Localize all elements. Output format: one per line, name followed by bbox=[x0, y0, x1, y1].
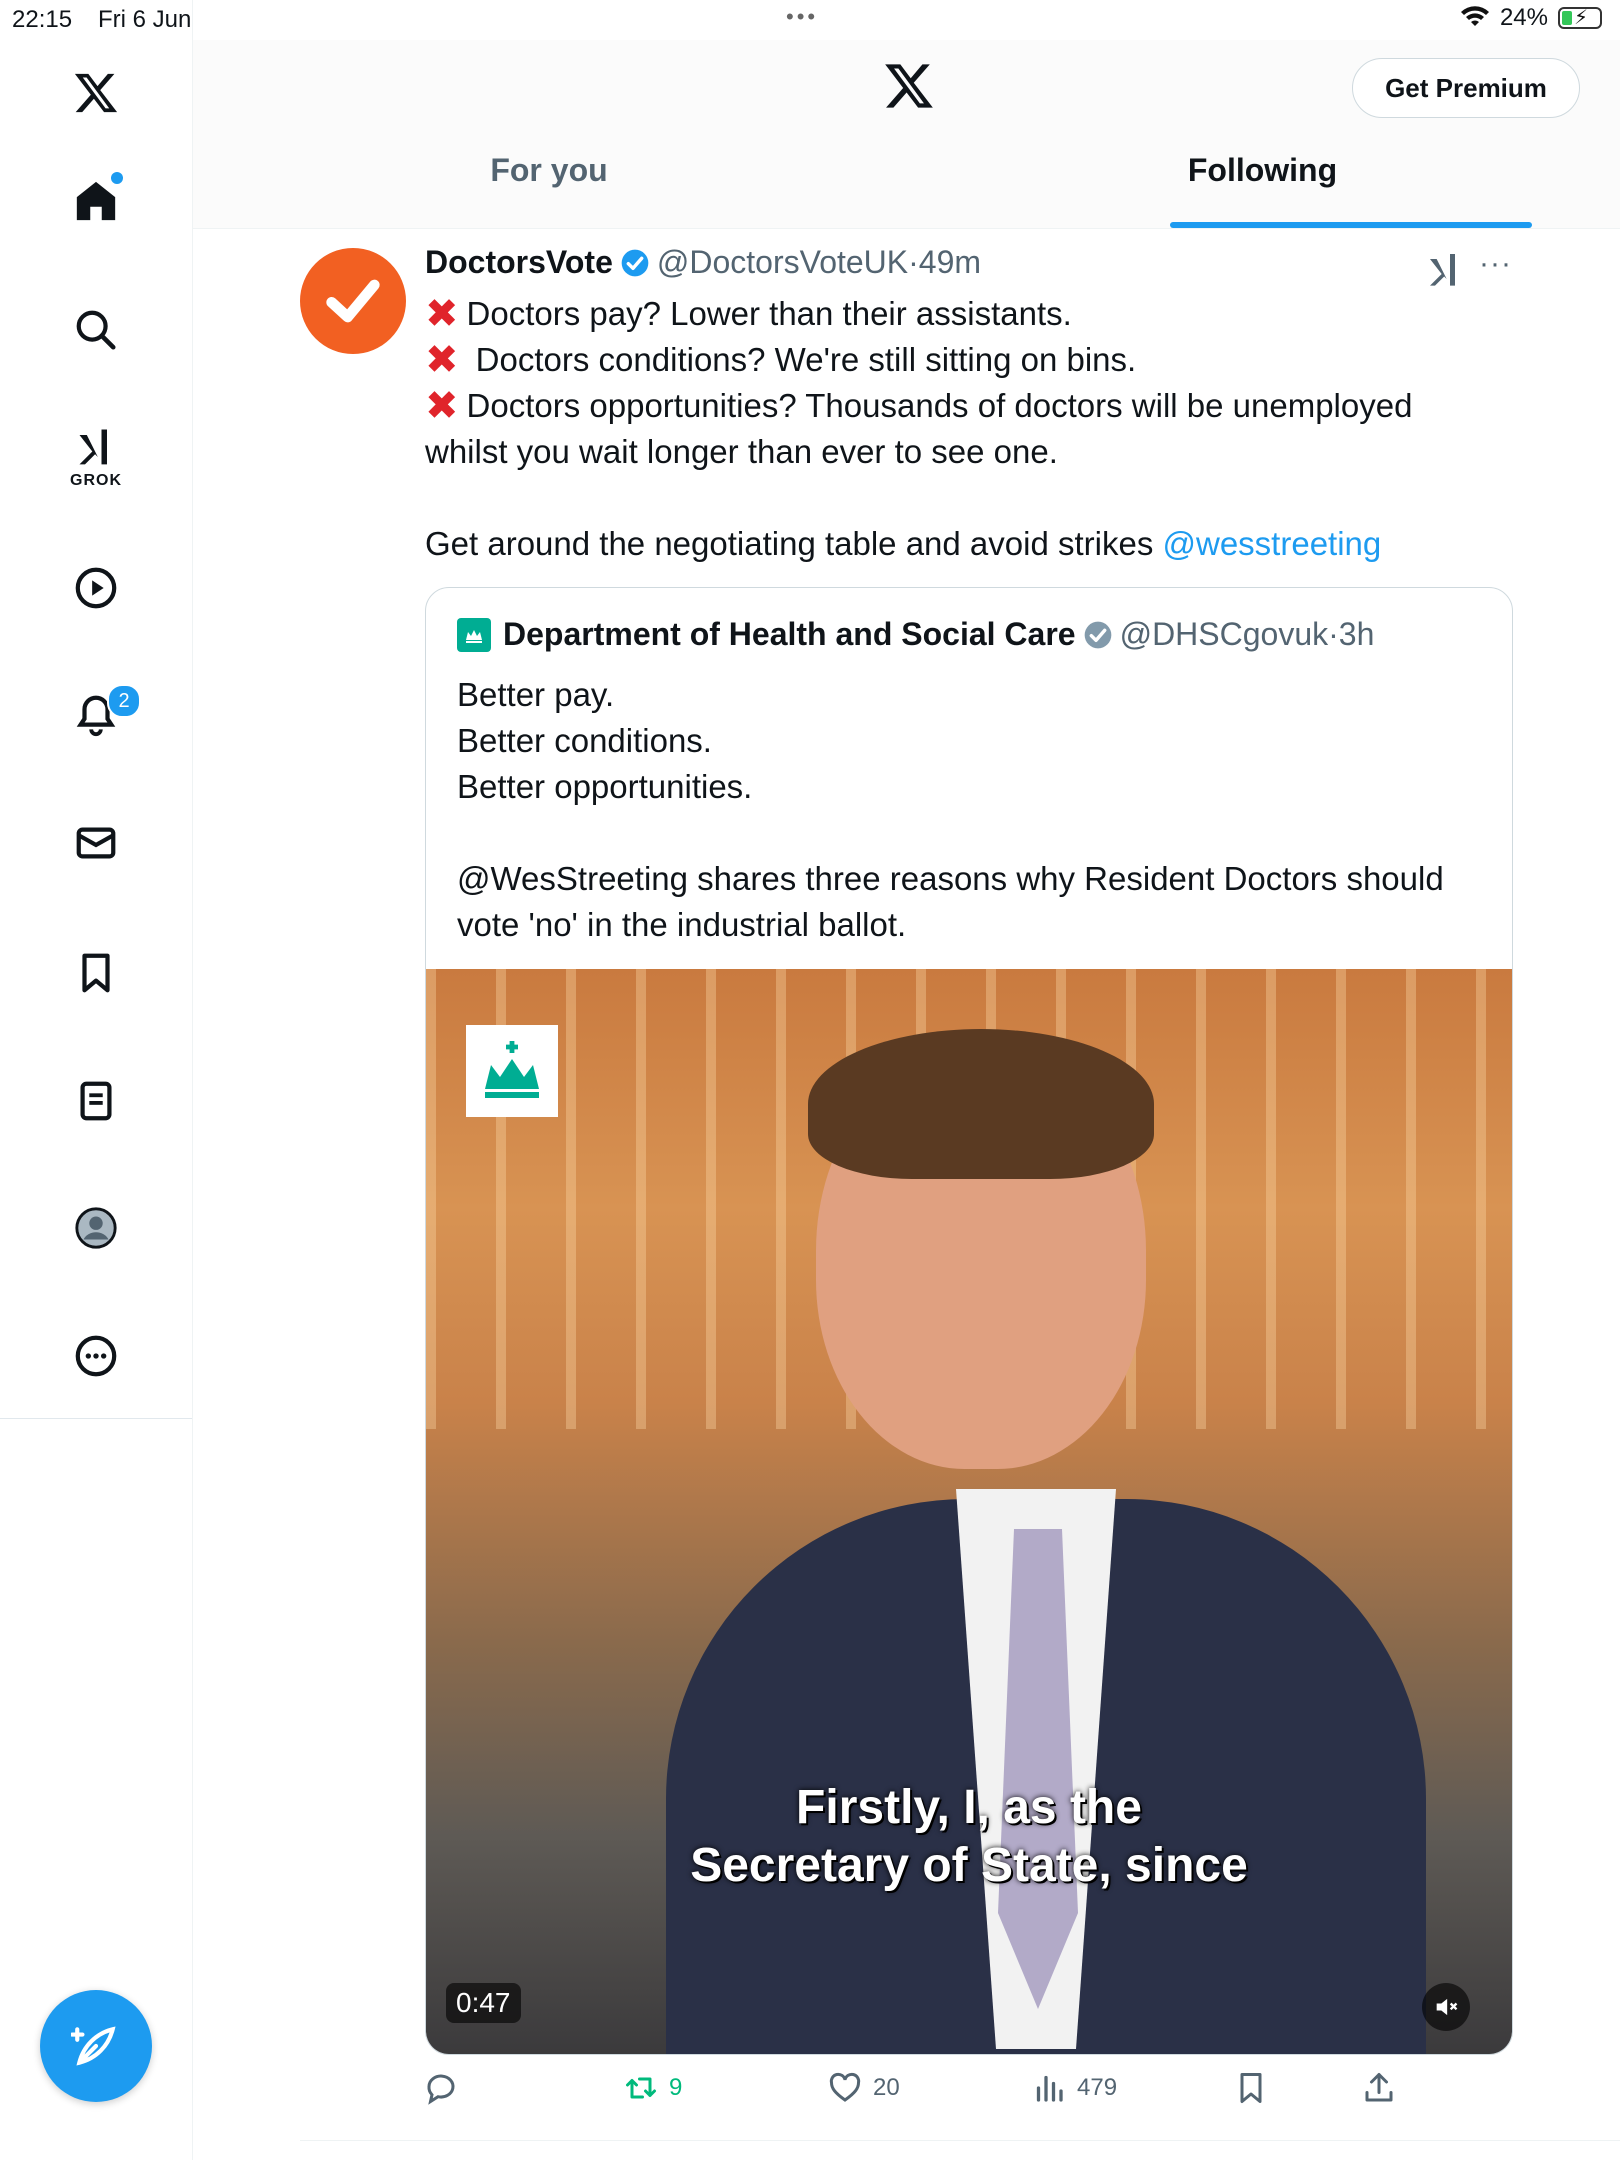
sidebar-item-lists[interactable] bbox=[63, 1068, 129, 1134]
mention-link[interactable]: @wesstreeting bbox=[1163, 521, 1382, 567]
tweet-header: DoctorsVote @DoctorsVoteUK · 49m bbox=[425, 244, 981, 281]
quoted-tweet[interactable]: Department of Health and Social Care @DH… bbox=[425, 587, 1513, 2055]
sidebar: GROK 2 bbox=[0, 0, 193, 2160]
views-button[interactable]: 479 bbox=[1031, 2070, 1117, 2106]
video-duration: 0:47 bbox=[446, 1983, 521, 2023]
tweet-line: whilst you wait longer than ever to see … bbox=[425, 433, 1058, 470]
speaker-muted-icon bbox=[1436, 1998, 1458, 2016]
get-premium-button[interactable]: Get Premium bbox=[1352, 58, 1580, 118]
multitask-dots-icon[interactable]: ••• bbox=[786, 4, 818, 30]
time-separator: · bbox=[908, 244, 919, 280]
mail-icon bbox=[76, 827, 116, 859]
repost-button[interactable]: 9 bbox=[623, 2070, 682, 2106]
quote-author-name[interactable]: Department of Health and Social Care bbox=[503, 616, 1076, 653]
tweet-divider bbox=[300, 2140, 1620, 2141]
tweet-line: Doctors pay? Lower than their assistants… bbox=[466, 295, 1072, 332]
notification-badge: 2 bbox=[107, 684, 141, 718]
sidebar-divider bbox=[0, 1418, 192, 1419]
author-handle[interactable]: @DoctorsVoteUK bbox=[657, 244, 908, 281]
battery-percent: 24% bbox=[1499, 4, 1548, 31]
video-person-hair bbox=[808, 1029, 1154, 1179]
time-separator: · bbox=[1328, 616, 1339, 652]
quote-body: @WesStreeting shares three reasons why R… bbox=[457, 860, 1444, 943]
compose-button[interactable] bbox=[40, 1990, 152, 2102]
tab-following[interactable]: Following bbox=[905, 152, 1620, 222]
share-icon bbox=[1365, 2073, 1393, 2102]
quote-line: Better pay. bbox=[457, 676, 615, 713]
quote-line: Better conditions. bbox=[457, 722, 712, 759]
x-logo-icon[interactable] bbox=[883, 60, 935, 112]
quote-text: Better pay. Better conditions. Better op… bbox=[457, 672, 1487, 948]
quote-author-handle[interactable]: @DHSCgovuk bbox=[1120, 616, 1329, 653]
list-icon bbox=[80, 1081, 112, 1121]
more-icon bbox=[75, 1335, 117, 1377]
bookmark-icon bbox=[82, 953, 110, 993]
tweet-actions: 9 20 479 bbox=[193, 2070, 1620, 2114]
sidebar-item-bookmarks[interactable] bbox=[63, 940, 129, 1006]
repost-count: 9 bbox=[669, 2074, 683, 2101]
active-tab-indicator bbox=[1170, 222, 1532, 228]
crown-logo-icon bbox=[466, 1025, 558, 1117]
tweet-line: Doctors conditions? We're still sitting … bbox=[466, 341, 1137, 378]
repost-icon bbox=[626, 2077, 656, 2099]
home-icon bbox=[76, 181, 116, 221]
home-unread-dot bbox=[111, 172, 123, 184]
video-player[interactable]: Firstly, I, as the Secretary of State, s… bbox=[426, 969, 1512, 2054]
sidebar-item-grok[interactable]: GROK bbox=[63, 420, 129, 489]
battery-icon: ⚡ bbox=[1558, 7, 1602, 29]
play-icon bbox=[75, 567, 117, 609]
verified-icon bbox=[621, 249, 649, 276]
checkmark-icon bbox=[326, 279, 380, 323]
views-icon bbox=[1036, 2075, 1063, 2102]
verified-gray-icon bbox=[1084, 621, 1111, 648]
profile-icon bbox=[75, 1207, 117, 1249]
quote-time[interactable]: 3h bbox=[1339, 616, 1375, 653]
mute-button[interactable] bbox=[1422, 1983, 1470, 2031]
wifi-icon bbox=[1460, 6, 1489, 26]
x-logo-icon[interactable] bbox=[63, 60, 129, 126]
sidebar-item-more[interactable] bbox=[63, 1323, 129, 1389]
quote-header: Department of Health and Social Care @DH… bbox=[457, 616, 1374, 653]
reply-icon bbox=[427, 2074, 455, 2105]
quote-line: Better opportunities. bbox=[457, 768, 753, 805]
bookmark-icon bbox=[1240, 2073, 1262, 2103]
author-name[interactable]: DoctorsVote bbox=[425, 244, 613, 281]
status-bar: 22:15 Fri 6 Jun ••• 24% ⚡ bbox=[0, 0, 1620, 40]
tweet-line: Doctors opportunities? Thousands of doct… bbox=[466, 387, 1413, 424]
sidebar-item-video[interactable] bbox=[63, 555, 129, 621]
sidebar-item-profile[interactable] bbox=[63, 1195, 129, 1261]
like-button[interactable]: 20 bbox=[827, 2070, 900, 2106]
heart-icon bbox=[829, 2072, 861, 2102]
share-button[interactable] bbox=[1361, 2070, 1397, 2106]
sidebar-item-notifications[interactable]: 2 bbox=[63, 682, 141, 748]
search-icon bbox=[76, 310, 116, 350]
compose-icon bbox=[71, 2026, 116, 2066]
subtitle-line: Secretary of State, since bbox=[690, 1839, 1248, 1892]
avatar[interactable] bbox=[300, 248, 406, 354]
tab-for-you[interactable]: For you bbox=[193, 152, 905, 222]
grok-icon bbox=[79, 429, 107, 465]
bookmark-button[interactable] bbox=[1233, 2070, 1269, 2106]
grok-icon[interactable] bbox=[1425, 249, 1465, 289]
sidebar-item-messages[interactable] bbox=[63, 810, 129, 876]
dhsc-logo-icon bbox=[457, 617, 491, 652]
sidebar-item-home[interactable] bbox=[63, 168, 129, 234]
sidebar-item-search[interactable] bbox=[63, 297, 129, 363]
reply-button[interactable] bbox=[423, 2070, 469, 2106]
cross-mark-icon: ✖ bbox=[425, 384, 459, 428]
subtitle-line: Firstly, I, as the bbox=[796, 1781, 1142, 1834]
cross-mark-icon: ✖ bbox=[425, 338, 459, 382]
more-options-icon[interactable]: ··· bbox=[1479, 247, 1512, 281]
tweet-line: Get around the negotiating table and avo… bbox=[425, 525, 1154, 562]
tweet-time[interactable]: 49m bbox=[919, 244, 981, 281]
timeline-header: Get Premium For you Following bbox=[193, 40, 1620, 229]
video-subtitle: Firstly, I, as the Secretary of State, s… bbox=[426, 1779, 1512, 1895]
status-right: 24% ⚡ bbox=[1460, 4, 1602, 32]
grok-label: GROK bbox=[70, 472, 122, 489]
cross-mark-icon: ✖ bbox=[425, 292, 459, 336]
like-count: 20 bbox=[873, 2074, 900, 2101]
tweet-text: ✖ Doctors pay? Lower than their assistant… bbox=[425, 291, 1485, 567]
view-count: 479 bbox=[1077, 2074, 1118, 2101]
